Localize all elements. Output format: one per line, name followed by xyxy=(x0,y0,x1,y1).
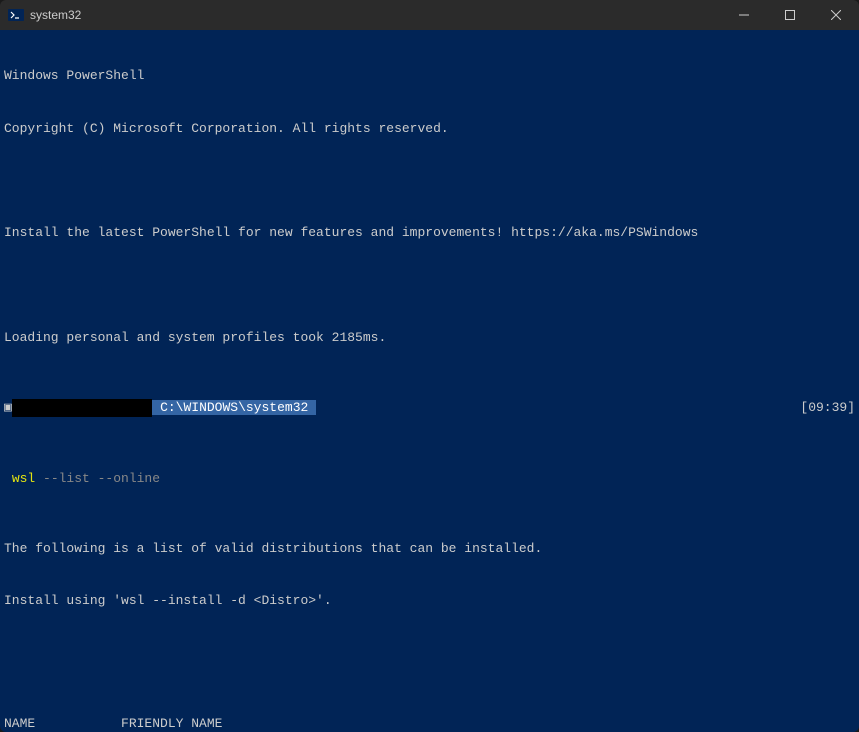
prompt-glyph: ▣ xyxy=(4,400,12,415)
header-line: Install the latest PowerShell for new fe… xyxy=(4,224,855,242)
close-button[interactable] xyxy=(813,0,859,30)
minimize-button[interactable] xyxy=(721,0,767,30)
powershell-icon xyxy=(8,7,24,23)
command-name: wsl xyxy=(12,471,35,486)
prompt-line: ▣ C:\WINDOWS\system32 [09:39] xyxy=(4,399,855,417)
output-line: The following is a list of valid distrib… xyxy=(4,540,855,558)
maximize-button[interactable] xyxy=(767,0,813,30)
header-line: Loading personal and system profiles too… xyxy=(4,329,855,347)
blank-line xyxy=(4,645,855,662)
window-controls xyxy=(721,0,859,30)
blank-line xyxy=(4,172,855,189)
command-args: --list --online xyxy=(35,471,160,486)
command-line: wsl --list --online xyxy=(4,470,855,488)
header-line: Windows PowerShell xyxy=(4,67,855,85)
redacted-user xyxy=(12,399,152,417)
blank-line xyxy=(4,277,855,294)
distro-table: NAME FRIENDLY NAMEUbuntu UbuntuDebian De… xyxy=(4,715,855,732)
prompt-time: [09:39] xyxy=(800,399,855,417)
titlebar[interactable]: system32 xyxy=(0,0,859,30)
terminal-viewport[interactable]: Windows PowerShell Copyright (C) Microso… xyxy=(0,30,859,732)
window-title: system32 xyxy=(30,8,721,22)
table-header: NAME FRIENDLY NAME xyxy=(4,715,855,732)
output-line: Install using 'wsl --install -d <Distro>… xyxy=(4,592,855,610)
header-line: Copyright (C) Microsoft Corporation. All… xyxy=(4,120,855,138)
powershell-window: system32 Windows PowerShell Copyright (C… xyxy=(0,0,859,732)
prompt-path: C:\WINDOWS\system32 xyxy=(152,400,316,415)
